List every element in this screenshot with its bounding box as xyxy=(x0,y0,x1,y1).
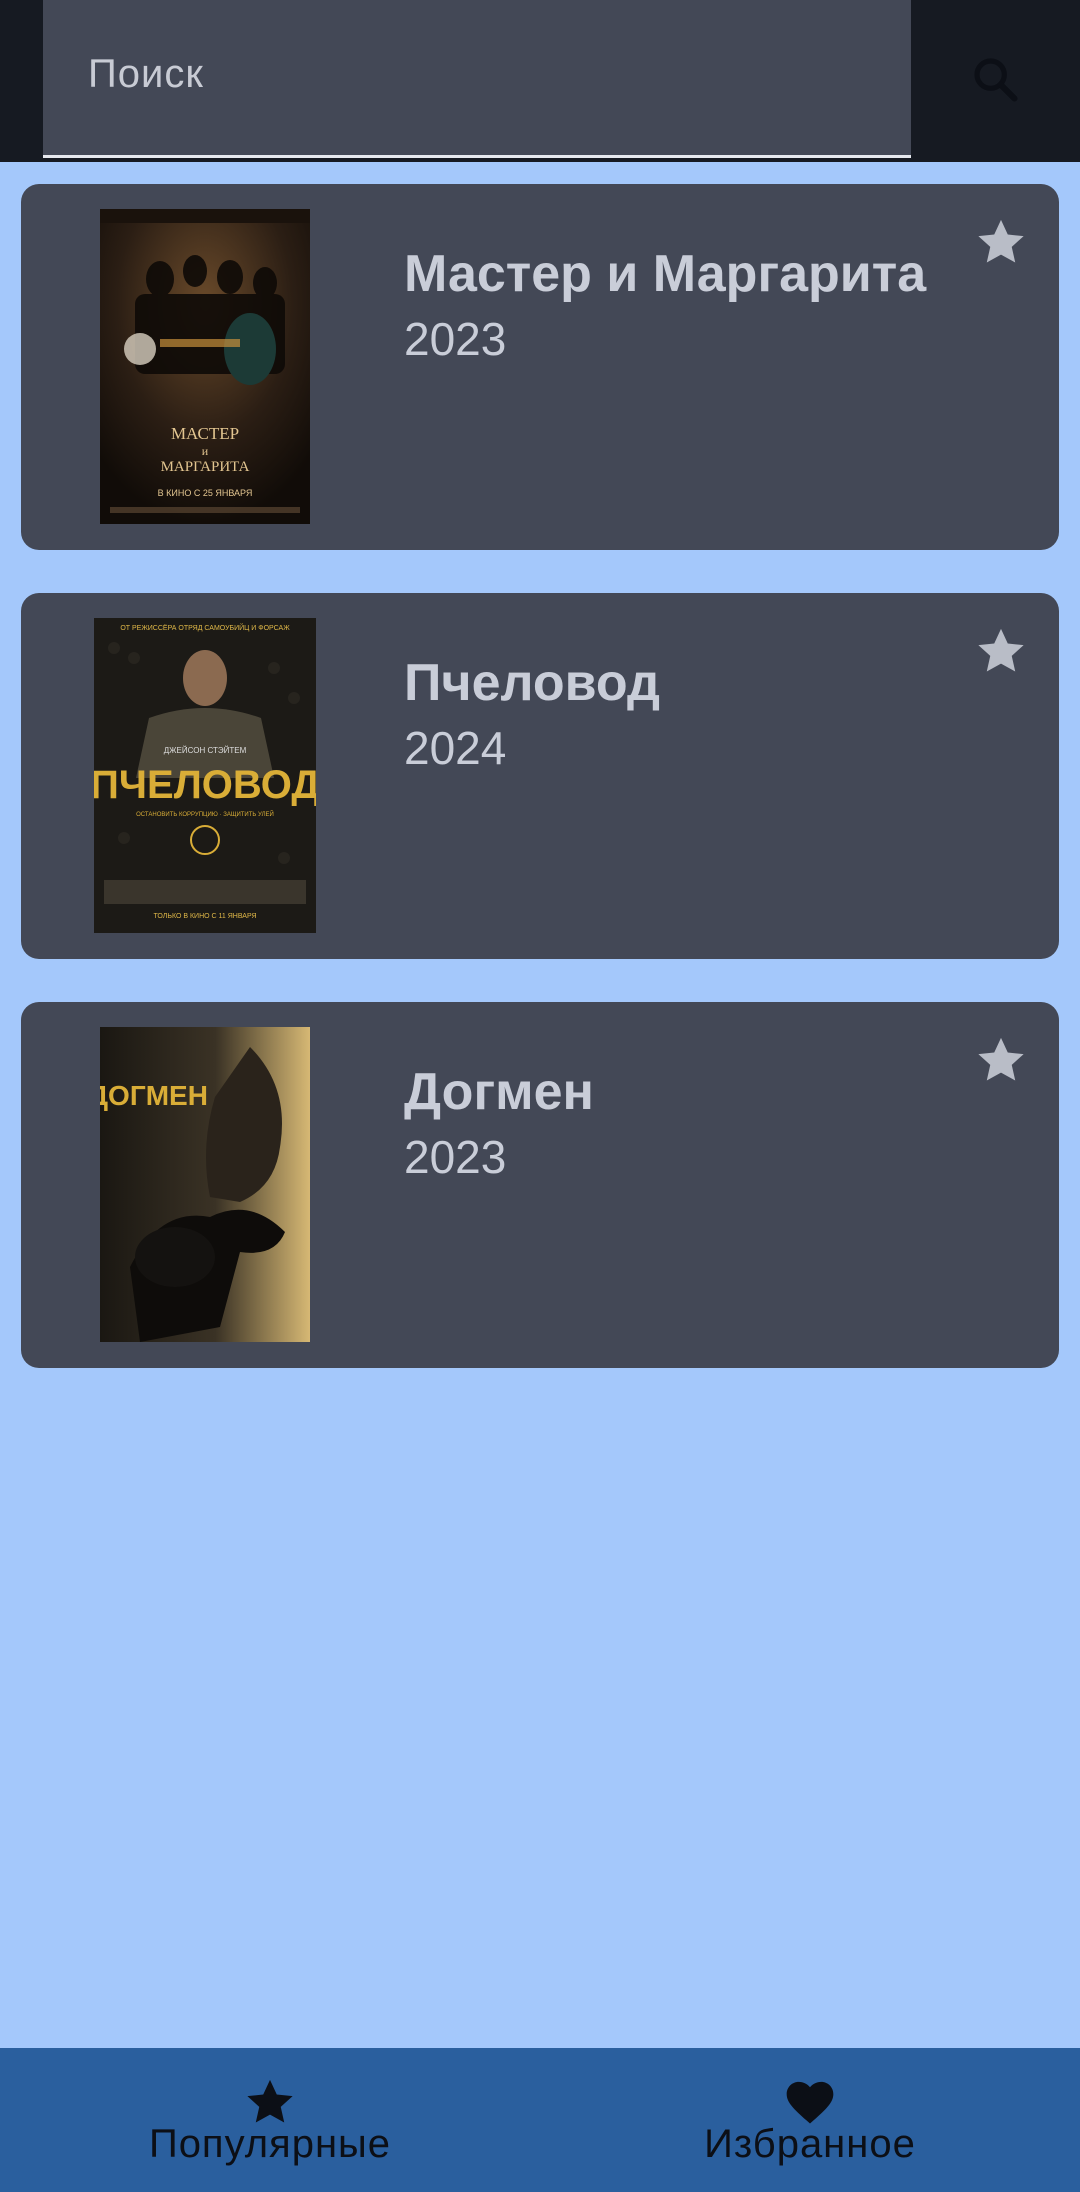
nav-label-popular: Популярные xyxy=(148,2122,392,2166)
poster-title: ПЧЕЛОВОД xyxy=(94,763,316,807)
nav-label-favorites: Избранное xyxy=(704,2122,916,2166)
movie-card[interactable]: МАСТЕР и МАРГАРИТА В КИНО С 25 ЯНВАРЯ Ма… xyxy=(21,184,1059,550)
movie-title: Пчеловод xyxy=(404,654,660,712)
favorite-button[interactable] xyxy=(973,623,1029,679)
movie-poster: МАСТЕР и МАРГАРИТА В КИНО С 25 ЯНВАРЯ xyxy=(100,209,310,524)
movie-year: 2024 xyxy=(404,722,507,774)
top-bar xyxy=(0,0,1080,162)
movie-poster: ДОГМЕН xyxy=(100,1027,310,1342)
search-icon xyxy=(974,58,1018,102)
star-icon xyxy=(978,628,1024,672)
poster-subtitle: ТОЛЬКО В КИНО С 11 ЯНВАРЯ xyxy=(153,913,256,920)
movie-year: 2023 xyxy=(404,1131,507,1183)
movie-title: Мастер и Маргарита xyxy=(404,245,927,303)
poster-title: ДОГМЕН xyxy=(100,1080,208,1111)
poster-subtitle: В КИНО С 25 ЯНВАРЯ xyxy=(158,488,253,498)
search-input[interactable] xyxy=(86,38,870,110)
search-button[interactable] xyxy=(960,44,1030,114)
star-icon xyxy=(978,1037,1024,1081)
poster-title: МАСТЕР xyxy=(171,424,239,443)
favorite-button[interactable] xyxy=(973,1032,1029,1088)
search-field[interactable] xyxy=(43,0,911,158)
movie-list: МАСТЕР и МАРГАРИТА В КИНО С 25 ЯНВАРЯ Ма… xyxy=(21,184,1059,1411)
svg-text:ОСТАНОВИТЬ КОРРУПЦИЮ · ЗАЩИТИТ: ОСТАНОВИТЬ КОРРУПЦИЮ · ЗАЩИТИТЬ УЛЕЙ xyxy=(136,810,274,818)
star-icon xyxy=(978,219,1024,263)
svg-text:ДЖЕЙСОН СТЭЙТЕМ: ДЖЕЙСОН СТЭЙТЕМ xyxy=(164,746,247,755)
nav-item-favorites[interactable]: Избранное xyxy=(540,2048,1080,2192)
movie-poster: ОТ РЕЖИССЁРА ОТРЯД САМОУБИЙЦ И ФОРСАЖ ДЖ… xyxy=(94,618,316,933)
movie-card[interactable]: ДОГМЕН Догмен 2023 xyxy=(21,1002,1059,1368)
svg-text:и: и xyxy=(202,444,209,458)
nav-item-popular[interactable]: Популярные xyxy=(0,2048,540,2192)
favorite-button[interactable] xyxy=(973,214,1029,270)
movie-title: Догмен xyxy=(404,1063,594,1121)
movie-card[interactable]: ОТ РЕЖИССЁРА ОТРЯД САМОУБИЙЦ И ФОРСАЖ ДЖ… xyxy=(21,593,1059,959)
bottom-navigation: Популярные Избранное xyxy=(0,2048,1080,2192)
movie-year: 2023 xyxy=(404,313,507,365)
svg-text:МАРГАРИТА: МАРГАРИТА xyxy=(161,459,250,475)
svg-text:ОТ РЕЖИССЁРА ОТРЯД САМОУБИЙЦ И: ОТ РЕЖИССЁРА ОТРЯД САМОУБИЙЦ И ФОРСАЖ xyxy=(120,623,290,632)
